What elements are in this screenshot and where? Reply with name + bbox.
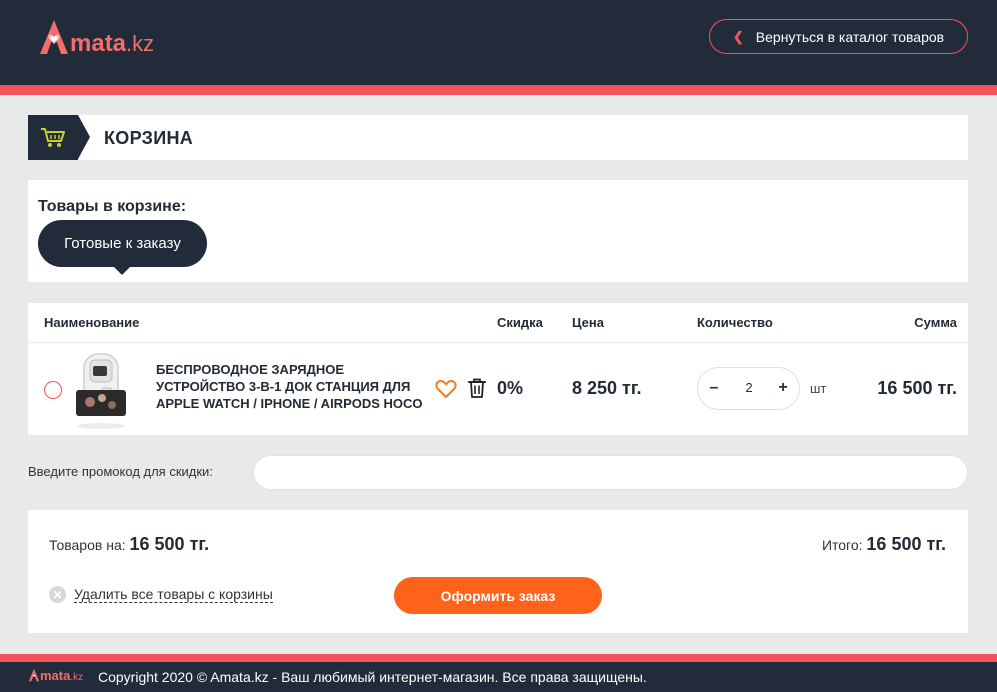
promo-code-input[interactable] — [253, 455, 968, 490]
site-logo[interactable]: mata.kz — [38, 18, 154, 56]
order-summary: Товаров на: 16 500 тг. Итого: 16 500 тг.… — [28, 510, 968, 633]
column-header-name: Наименование — [44, 315, 140, 330]
item-price: 8 250 тг. — [572, 378, 642, 398]
tab-ready-to-order[interactable]: Готовые к заказу — [38, 220, 207, 275]
checkout-button[interactable]: Оформить заказ — [394, 577, 602, 614]
goods-total: Товаров на: 16 500 тг. — [49, 534, 209, 555]
quantity-decrease-button[interactable]: – — [704, 378, 724, 398]
goods-total-value: 16 500 тг. — [129, 534, 210, 554]
site-header: mata.kz ❮ Вернуться в каталог товаров — [0, 0, 997, 85]
header-stripe — [0, 85, 997, 95]
trash-icon[interactable] — [465, 376, 489, 400]
select-item-radio[interactable] — [44, 381, 62, 399]
quantity-input[interactable] — [728, 380, 770, 395]
amata-logo-icon — [40, 20, 68, 54]
logo-suffix: .kz — [126, 31, 155, 56]
cart-badge — [28, 115, 90, 160]
footer-logo-text: mata — [40, 668, 71, 683]
back-to-catalog-label: Вернуться в каталог товаров — [755, 28, 945, 45]
footer-stripe — [0, 654, 997, 662]
close-circle-icon: ✕ — [49, 586, 66, 603]
copyright-text: Copyright 2020 © Amata.kz - Ваш любимый … — [98, 669, 647, 685]
clear-cart-label: Удалить все товары с корзины — [74, 586, 273, 603]
item-sum: 16 500 тг. — [877, 378, 957, 398]
quantity-increase-button[interactable]: + — [773, 378, 793, 398]
items-heading: Товары в корзине: — [38, 198, 187, 215]
amata-logo-icon — [28, 668, 40, 682]
product-thumbnail[interactable] — [72, 350, 132, 432]
cart-table: Наименование Скидка Цена Количество Сумм… — [28, 303, 968, 435]
column-header-quantity: Количество — [697, 315, 773, 330]
page-title-bar: КОРЗИНА — [28, 115, 968, 160]
column-header-discount: Скидка — [497, 315, 543, 330]
cart-icon — [41, 128, 65, 147]
heart-icon[interactable] — [434, 377, 458, 401]
chevron-left-icon: ❮ — [732, 28, 744, 44]
grand-total-value: 16 500 тг. — [866, 534, 946, 554]
column-header-price: Цена — [572, 315, 604, 330]
product-name[interactable]: БЕСПРОВОДНОЕ ЗАРЯДНОЕ УСТРОЙСТВО 3-В-1 Д… — [156, 361, 434, 412]
item-discount: 0% — [497, 378, 524, 398]
quantity-stepper: – + — [697, 367, 800, 410]
goods-total-label: Товаров на: — [49, 537, 126, 553]
site-footer: mata.kz Copyright 2020 © Amata.kz - Ваш … — [0, 662, 997, 692]
clear-cart-link[interactable]: ✕ Удалить все товары с корзины — [49, 586, 273, 603]
footer-logo[interactable]: mata.kz — [28, 668, 83, 683]
back-to-catalog-button[interactable]: ❮ Вернуться в каталог товаров — [709, 19, 968, 54]
cart-items-section: Товары в корзине: Готовые к заказу — [28, 180, 968, 282]
promo-label: Введите промокод для скидки: — [28, 464, 213, 479]
grand-total-label: Итого: — [821, 537, 863, 553]
grand-total: Итого: 16 500 тг. — [822, 534, 946, 555]
header-divider — [28, 342, 968, 343]
footer-logo-suffix: .kz — [70, 672, 84, 683]
page-title: КОРЗИНА — [104, 128, 194, 148]
logo-text: mata — [70, 30, 127, 57]
quantity-unit: шт — [810, 381, 827, 396]
column-header-sum: Сумма — [914, 315, 957, 330]
